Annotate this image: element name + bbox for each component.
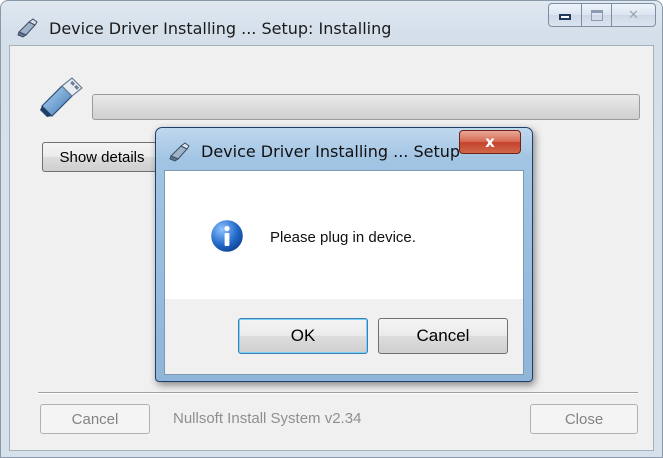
usb-drive-icon <box>38 72 88 118</box>
install-progress-bar <box>92 94 640 120</box>
message-dialog: Device Driver Installing ... Setup x Ple… <box>155 127 533 382</box>
installer-title-bar[interactable]: Device Driver Installing ... Setup: Inst… <box>1 1 662 45</box>
close-button[interactable]: Close <box>530 404 638 434</box>
footer-divider <box>38 392 638 394</box>
maximize-icon <box>590 9 603 21</box>
branding-text: Nullsoft Install System v2.34 <box>173 410 362 427</box>
dialog-close-icon: x <box>485 133 495 151</box>
window-caption-buttons: ✕ <box>548 3 656 29</box>
close-window-button[interactable]: ✕ <box>612 3 656 27</box>
dialog-message-area: Please plug in device. <box>165 171 523 299</box>
installer-title: Device Driver Installing ... Setup: Inst… <box>49 19 392 38</box>
show-details-button[interactable]: Show details <box>42 142 162 172</box>
dialog-installer-icon <box>169 142 191 162</box>
minimize-button[interactable] <box>548 3 582 27</box>
cancel-button[interactable]: Cancel <box>40 404 150 434</box>
info-icon <box>209 218 245 254</box>
close-icon: ✕ <box>628 7 639 23</box>
maximize-button[interactable] <box>582 3 612 27</box>
minimize-icon <box>559 14 571 20</box>
dialog-title: Device Driver Installing ... Setup <box>201 142 461 161</box>
dialog-message: Please plug in device. <box>270 229 416 246</box>
dialog-cancel-button[interactable]: Cancel <box>378 318 508 354</box>
installer-icon <box>17 18 39 38</box>
dialog-body: Please plug in device. OK Cancel <box>164 170 524 375</box>
ok-button[interactable]: OK <box>238 318 368 354</box>
dialog-close-button[interactable]: x <box>459 130 521 154</box>
